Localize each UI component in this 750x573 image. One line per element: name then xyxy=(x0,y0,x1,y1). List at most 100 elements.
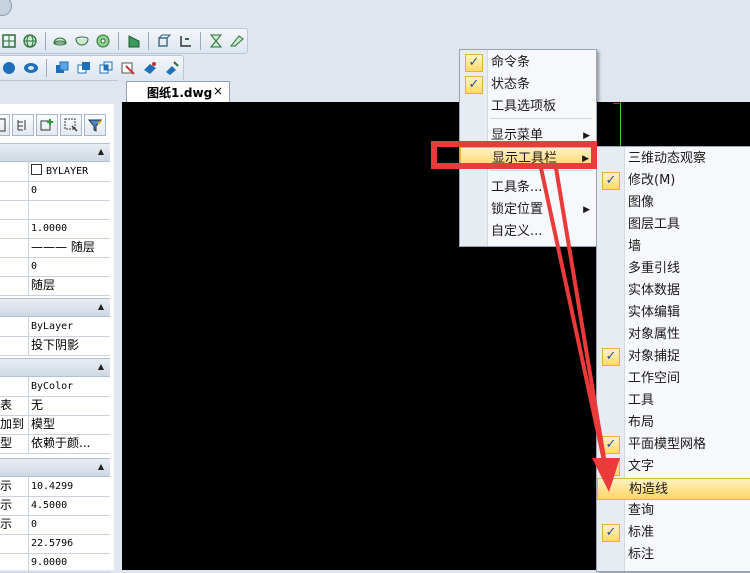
menu-item-label: 平面模型网格 xyxy=(628,437,707,452)
property-value[interactable]: 依赖于颜... xyxy=(31,434,109,453)
collapse-icon[interactable]: ▲ xyxy=(98,147,104,156)
collapse-icon[interactable]: ▲ xyxy=(98,362,104,371)
properties-group-general[interactable]: ▲ xyxy=(0,143,110,162)
menu-item[interactable]: 墙 xyxy=(597,236,750,258)
menu-item[interactable]: ✓ 修改(M) xyxy=(597,170,750,192)
property-value[interactable]: BYLAYER xyxy=(31,162,109,181)
hourglass-icon[interactable] xyxy=(206,31,225,51)
collapse-icon[interactable]: ▲ xyxy=(98,462,104,471)
union-icon[interactable] xyxy=(52,58,72,78)
dish-icon[interactable] xyxy=(72,31,91,51)
torus-blue-icon[interactable] xyxy=(21,58,41,78)
property-row[interactable]: 示0 xyxy=(0,515,110,535)
property-row[interactable]: 型依赖于颜... xyxy=(0,434,110,454)
menu-item[interactable]: ✓ 标准 xyxy=(597,522,750,544)
menu-item[interactable]: 工作空间 xyxy=(597,368,750,390)
menu-item[interactable]: 工具选项板 xyxy=(460,96,596,118)
property-value[interactable]: 4.5000 xyxy=(31,496,109,515)
menu-item[interactable]: 自定义... xyxy=(460,221,596,243)
quick-select-icon[interactable] xyxy=(60,114,82,136)
property-row[interactable]: ——— 随层 xyxy=(0,238,110,258)
collapse-icon[interactable]: ▲ xyxy=(98,302,104,311)
property-value[interactable]: ——— 随层 xyxy=(31,238,109,257)
subtract-icon[interactable] xyxy=(74,58,94,78)
properties-group-view[interactable]: ▲ xyxy=(0,458,110,477)
wedge-icon[interactable] xyxy=(228,31,247,51)
slice-icon[interactable] xyxy=(118,58,138,78)
property-row[interactable]: 示 4.5000 xyxy=(0,496,110,516)
menu-item[interactable]: 查询 xyxy=(597,500,750,522)
menu-item[interactable]: ✓ 文字 xyxy=(597,456,750,478)
menu-item[interactable]: 布局 xyxy=(597,412,750,434)
property-row[interactable]: 示 10.4299 xyxy=(0,477,110,497)
property-value[interactable]: 0 xyxy=(31,181,109,200)
property-row[interactable]: 9.0000 xyxy=(0,553,110,573)
color-swatch-icon xyxy=(31,164,42,175)
intersect-icon[interactable] xyxy=(96,58,116,78)
menu-item[interactable]: 实体编辑 xyxy=(597,302,750,324)
properties-group-plot[interactable]: ▲ xyxy=(0,358,110,377)
property-value[interactable]: 投下阴影 xyxy=(31,336,109,355)
menu-item[interactable]: 工具 xyxy=(597,390,750,412)
property-row[interactable]: 表无 xyxy=(0,396,110,416)
toolbar-separator xyxy=(118,32,119,50)
box-edit-icon[interactable] xyxy=(154,31,173,51)
property-row[interactable]: 1.0000 xyxy=(0,219,110,239)
corner-icon[interactable] xyxy=(176,31,195,51)
property-value[interactable]: 0 xyxy=(31,515,109,534)
property-value[interactable]: 1.0000 xyxy=(31,219,109,238)
property-row[interactable]: 0 xyxy=(0,181,110,201)
document-tab[interactable]: 图纸1.dwg × xyxy=(126,81,230,102)
menu-item[interactable]: ✓ 状态条 xyxy=(460,74,596,96)
property-value[interactable]: 0 xyxy=(31,257,109,276)
property-row[interactable]: 0 xyxy=(0,257,110,277)
interfere-icon[interactable] xyxy=(140,58,160,78)
close-icon[interactable]: × xyxy=(213,84,223,98)
property-row[interactable]: ByColor xyxy=(0,377,110,397)
property-row[interactable]: 22.5796 xyxy=(0,534,110,554)
property-row[interactable]: ByLayer xyxy=(0,317,110,337)
panel-splitter[interactable] xyxy=(114,102,122,570)
sphere-icon[interactable] xyxy=(0,58,19,78)
menu-item[interactable]: 标注 xyxy=(597,544,750,566)
menu-item[interactable]: 多重引线 xyxy=(597,258,750,280)
dome-icon[interactable] xyxy=(51,31,70,51)
menu-item[interactable]: 对象属性 xyxy=(597,324,750,346)
menu-item[interactable]: 三维动态观察 xyxy=(597,148,750,170)
property-value[interactable]: 9.0000 xyxy=(31,553,109,572)
property-name: 示 xyxy=(0,515,29,534)
menu-item[interactable]: ✓ 平面模型网格 xyxy=(597,434,750,456)
property-row[interactable]: 加到 模型 xyxy=(0,415,110,435)
extract-icon[interactable] xyxy=(162,58,182,78)
property-value-text: BYLAYER xyxy=(46,166,89,177)
menu-item[interactable]: 锁定位置 ▶ xyxy=(460,199,596,221)
property-value[interactable]: 22.5796 xyxy=(31,534,109,553)
property-row[interactable] xyxy=(0,200,110,220)
tree-icon[interactable] xyxy=(12,114,34,136)
torus-icon[interactable] xyxy=(94,31,113,51)
properties-group-display[interactable]: ▲ xyxy=(0,298,110,317)
menu-item[interactable]: 工具条... xyxy=(460,177,596,199)
property-value[interactable]: 模型 xyxy=(31,415,109,434)
select-objects-icon[interactable] xyxy=(0,114,10,136)
property-value[interactable] xyxy=(31,200,109,219)
property-row[interactable]: 投下阴影 xyxy=(0,336,110,356)
add-icon[interactable] xyxy=(36,114,58,136)
property-row[interactable]: 随层 xyxy=(0,276,110,296)
property-value[interactable]: 随层 xyxy=(31,276,109,295)
mesh-icon[interactable] xyxy=(124,31,143,51)
property-value[interactable]: ByLayer xyxy=(31,317,109,336)
property-value[interactable]: 10.4299 xyxy=(31,477,109,496)
property-value[interactable]: ByColor xyxy=(31,377,109,396)
globe-icon[interactable] xyxy=(20,31,39,51)
property-value[interactable]: 无 xyxy=(31,396,109,415)
property-row[interactable]: BYLAYER xyxy=(0,162,110,182)
menu-item[interactable]: 构造线 xyxy=(597,478,750,500)
filter-icon[interactable] xyxy=(84,114,106,136)
menu-item[interactable]: ✓ 命令条 xyxy=(460,52,596,74)
grid-3d-icon[interactable] xyxy=(0,31,18,51)
menu-item[interactable]: 图像 xyxy=(597,192,750,214)
menu-item[interactable]: 实体数据 xyxy=(597,280,750,302)
menu-item[interactable]: 图层工具 xyxy=(597,214,750,236)
menu-item[interactable]: ✓ 对象捕捉 xyxy=(597,346,750,368)
